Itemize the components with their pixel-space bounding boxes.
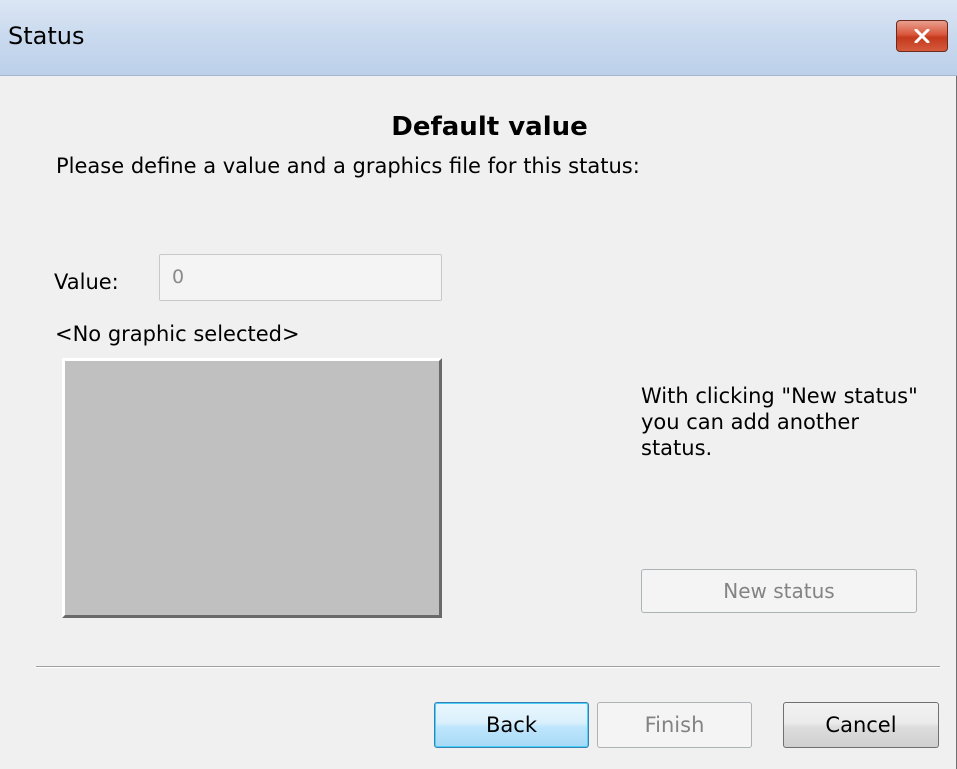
footer-separator xyxy=(36,666,940,668)
page-heading: Default value xyxy=(391,112,588,142)
cancel-button[interactable]: Cancel xyxy=(783,702,939,748)
status-dialog: Status Default value Please define a val… xyxy=(0,0,957,769)
instruction-text: Please define a value and a graphics fil… xyxy=(56,154,640,178)
close-button[interactable] xyxy=(896,20,948,52)
finish-button[interactable]: Finish xyxy=(597,702,752,748)
title-bar[interactable]: Status xyxy=(0,0,957,76)
graphic-caption: <No graphic selected> xyxy=(55,322,300,346)
window-title: Status xyxy=(8,22,85,50)
new-status-hint: With clicking "New status" you can add a… xyxy=(641,384,918,460)
new-status-button[interactable]: New status xyxy=(641,569,917,613)
value-label: Value: xyxy=(54,270,119,294)
close-icon xyxy=(914,29,930,43)
back-button[interactable]: Back xyxy=(434,702,589,748)
value-field[interactable]: 0 xyxy=(159,254,442,301)
graphic-select-button[interactable] xyxy=(62,358,442,618)
